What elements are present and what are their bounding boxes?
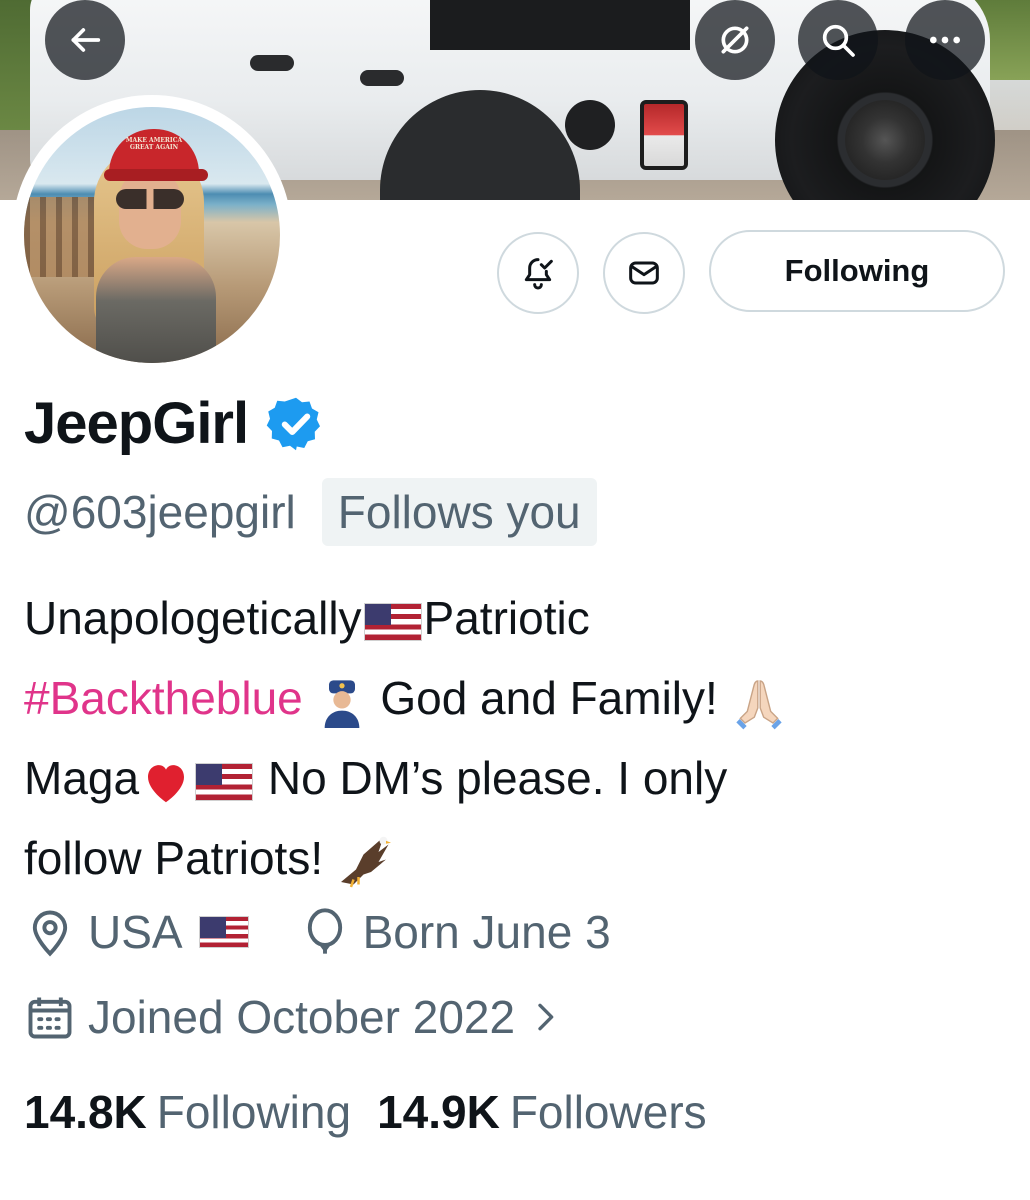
calendar-icon (28, 997, 72, 1039)
notifications-button[interactable] (497, 232, 579, 314)
ellipsis-icon (930, 36, 960, 44)
us-flag-icon (195, 762, 254, 801)
balloon-icon (307, 908, 342, 954)
bio-line-3: Maga No DM’s please. I only (24, 738, 1014, 818)
bio-line-4: follow Patriots! (24, 818, 1014, 898)
avatar-photo: MAKE AMERICA GREAT AGAIN (24, 107, 280, 363)
message-button[interactable] (603, 232, 685, 314)
user-handle: @603jeepgirl (24, 486, 296, 538)
chevron-right-icon (538, 1003, 554, 1031)
following-stat[interactable]: 14.8K Following (24, 1085, 351, 1139)
us-flag-icon (198, 916, 249, 948)
bio-text: Maga (24, 752, 140, 804)
bio-text: God and Family! (380, 672, 718, 724)
bio-text: No DM’s please. I only (267, 752, 728, 804)
follows-you-badge: Follows you (321, 478, 597, 546)
bio-text: Patriotic (423, 592, 590, 644)
folded-hands-icon (735, 680, 782, 730)
police-officer-icon (324, 680, 359, 728)
profile-page: MAKE AMERICA GREAT AGAIN Following JeepG… (0, 0, 1030, 1200)
grok-button[interactable] (695, 0, 775, 80)
bio-text: follow Patriots! (24, 832, 324, 884)
red-heart-icon (148, 764, 185, 803)
bio-line-2: #Backtheblue God and Family! (24, 658, 1014, 738)
name-row: JeepGirl (24, 390, 326, 457)
followers-stat[interactable]: 14.9K Followers (377, 1085, 707, 1139)
handle-row: @603jeepgirl Follows you (24, 478, 597, 546)
hashtag-link[interactable]: #Backtheblue (24, 672, 303, 724)
follow-stats: 14.8K Following 14.9K Followers (24, 1085, 707, 1139)
joined-text: Joined October 2022 (88, 991, 516, 1043)
meta-row-1: USA Born June 3 (24, 905, 611, 959)
display-name: JeepGirl (24, 391, 249, 456)
more-button[interactable] (905, 0, 985, 80)
arrow-left-icon (71, 28, 101, 52)
location-text: USA (88, 906, 183, 958)
profile-bio: Unapologetically Patriotic #Backtheblue G… (24, 578, 1014, 898)
followers-count: 14.9K (377, 1086, 500, 1138)
bio-line-1: Unapologetically Patriotic (24, 578, 1014, 658)
profile-avatar[interactable]: MAKE AMERICA GREAT AGAIN (12, 95, 292, 375)
search-button[interactable] (798, 0, 878, 80)
grok-icon (721, 26, 749, 54)
birthday-text: Born June 3 (362, 906, 611, 958)
back-button[interactable] (45, 0, 125, 80)
hat-text: MAKE AMERICA GREAT AGAIN (125, 137, 183, 151)
search-icon (822, 24, 855, 57)
bell-check-icon (524, 258, 553, 290)
eagle-icon (340, 836, 391, 888)
followers-label: Followers (509, 1086, 707, 1138)
following-label: Following (156, 1086, 352, 1138)
us-flag-icon (363, 602, 422, 641)
bio-text: Unapologetically (24, 592, 362, 644)
joined-date[interactable]: Joined October 2022 (24, 990, 565, 1044)
meta-row-2[interactable]: Joined October 2022 (24, 990, 565, 1044)
envelope-icon (629, 261, 659, 285)
following-count: 14.8K (24, 1086, 147, 1138)
location: USA (24, 905, 251, 959)
location-pin-icon (32, 910, 68, 957)
verified-badge-icon[interactable] (266, 394, 326, 454)
following-button[interactable]: Following (709, 230, 1005, 312)
birthday: Born June 3 (299, 905, 611, 959)
